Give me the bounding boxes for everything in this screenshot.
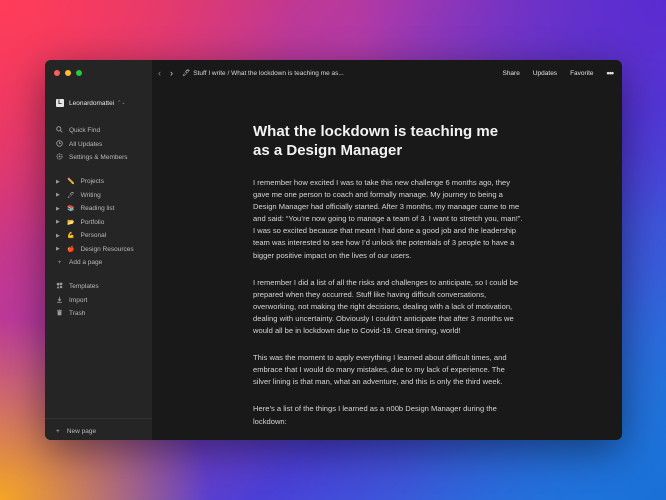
chevron-updown-icon: ⌃⌄ bbox=[117, 100, 126, 106]
expand-triangle-icon[interactable]: ▶ bbox=[56, 206, 61, 212]
expand-triangle-icon[interactable]: ▶ bbox=[56, 246, 61, 252]
sidebar-item-label: Quick Find bbox=[69, 127, 101, 135]
sidebar-item-trash[interactable]: Trash bbox=[56, 307, 148, 321]
flexed-arm-icon: 💪 bbox=[67, 233, 75, 240]
gear-icon bbox=[56, 153, 63, 162]
plus-icon: + bbox=[57, 259, 62, 267]
pencil-icon: ✏️ bbox=[67, 179, 75, 186]
sidebar-item-personal[interactable]: ▶ 💪 Personal bbox=[56, 229, 148, 243]
sidebar-item-label: Portfolio bbox=[80, 218, 105, 226]
breadcrumb[interactable]: 🖊 Stuff I write / What the lockdown is t… bbox=[182, 69, 344, 78]
sidebar-item-all-updates[interactable]: All Updates bbox=[56, 138, 148, 152]
history-nav: ‹ › bbox=[158, 68, 173, 78]
sidebar-item-label: Trash bbox=[69, 310, 86, 318]
paragraph[interactable]: Here’s a list of the things I learned as… bbox=[253, 403, 523, 427]
page-title[interactable]: What the lockdown is teaching me as a De… bbox=[253, 122, 518, 160]
new-page-label: New page bbox=[66, 428, 97, 435]
app-window: L Leonardomattei ⌃⌄ Quick Find All Updat… bbox=[45, 60, 622, 440]
workspace-logo: L bbox=[56, 99, 64, 107]
sidebar-item-quick-find[interactable]: Quick Find bbox=[56, 124, 148, 138]
paragraph[interactable]: I remember I did a list of all the risks… bbox=[253, 277, 523, 337]
sidebar: L Leonardomattei ⌃⌄ Quick Find All Updat… bbox=[45, 60, 152, 440]
paragraph[interactable]: I remember how excited I was to take thi… bbox=[253, 177, 523, 262]
workspace-switcher[interactable]: L Leonardomattei ⌃⌄ bbox=[56, 99, 126, 107]
breadcrumb-text: Stuff I write / What the lockdown is tea… bbox=[193, 69, 344, 77]
expand-triangle-icon[interactable]: ▶ bbox=[56, 233, 61, 239]
sidebar-item-design-resources[interactable]: ▶ 🍎 Design Resources bbox=[56, 243, 148, 257]
folder-icon: 📂 bbox=[67, 219, 75, 226]
clock-icon bbox=[56, 140, 63, 149]
new-page-button[interactable]: + New page bbox=[56, 428, 96, 435]
sidebar-item-projects[interactable]: ▶ ✏️ Projects bbox=[56, 175, 148, 189]
document: What the lockdown is teaching me as a De… bbox=[253, 122, 523, 428]
pen-icon: 🖊 bbox=[67, 192, 75, 199]
books-icon: 📚 bbox=[67, 206, 75, 213]
sidebar-tools: Templates Import Trash bbox=[56, 280, 148, 321]
sidebar-item-reading-list[interactable]: ▶ 📚 Reading list bbox=[56, 202, 148, 216]
sidebar-item-templates[interactable]: Templates bbox=[56, 280, 148, 294]
sidebar-pages: ▶ ✏️ Projects ▶ 🖊 Writing ▶ 📚 Reading li… bbox=[56, 175, 148, 270]
sidebar-item-writing[interactable]: ▶ 🖊 Writing bbox=[56, 189, 148, 203]
search-icon bbox=[56, 126, 63, 135]
close-window-button[interactable] bbox=[54, 70, 60, 76]
sidebar-item-label: All Updates bbox=[69, 140, 103, 148]
sidebar-item-settings[interactable]: Settings & Members bbox=[56, 151, 148, 165]
sidebar-item-label: Reading list bbox=[80, 205, 115, 213]
workspace-name: Leonardomattei bbox=[69, 99, 115, 107]
paragraph[interactable]: This was the moment to apply everything … bbox=[253, 352, 523, 388]
sidebar-item-label: Templates bbox=[69, 283, 99, 291]
zoom-window-button[interactable] bbox=[76, 70, 82, 76]
pen-icon: 🖊 bbox=[182, 70, 191, 77]
trash-icon bbox=[56, 309, 63, 318]
sidebar-item-portfolio[interactable]: ▶ 📂 Portfolio bbox=[56, 216, 148, 230]
window-controls bbox=[45, 60, 152, 86]
sidebar-item-label: Design Resources bbox=[80, 245, 134, 253]
expand-triangle-icon[interactable]: ▶ bbox=[56, 192, 61, 198]
apple-icon: 🍎 bbox=[67, 246, 75, 253]
updates-button[interactable]: Updates bbox=[533, 70, 557, 77]
sidebar-item-import[interactable]: Import bbox=[56, 294, 148, 308]
expand-triangle-icon[interactable]: ▶ bbox=[56, 179, 61, 185]
add-page-label: Add a page bbox=[69, 259, 103, 267]
forward-arrow-icon[interactable]: › bbox=[170, 68, 173, 78]
back-arrow-icon[interactable]: ‹ bbox=[158, 68, 161, 78]
minimize-window-button[interactable] bbox=[65, 70, 71, 76]
favorite-button[interactable]: Favorite bbox=[570, 70, 593, 77]
sidebar-item-label: Writing bbox=[80, 191, 101, 199]
sidebar-divider bbox=[45, 418, 152, 419]
more-options-icon[interactable]: ••• bbox=[607, 68, 615, 78]
sidebar-item-label: Settings & Members bbox=[69, 154, 128, 162]
share-button[interactable]: Share bbox=[502, 70, 519, 77]
sidebar-item-label: Personal bbox=[80, 232, 107, 240]
topbar: ‹ › 🖊 Stuff I write / What the lockdown … bbox=[152, 60, 622, 86]
plus-icon: + bbox=[56, 428, 60, 435]
add-page-button[interactable]: + Add a page bbox=[56, 256, 148, 270]
top-actions: Share Updates Favorite ••• bbox=[502, 60, 615, 86]
sidebar-item-label: Projects bbox=[80, 178, 104, 186]
expand-triangle-icon[interactable]: ▶ bbox=[56, 219, 61, 225]
sidebar-nav: Quick Find All Updates Settings & Member… bbox=[56, 124, 148, 165]
sidebar-item-label: Import bbox=[69, 296, 88, 304]
templates-icon bbox=[56, 282, 63, 291]
import-icon bbox=[56, 296, 63, 305]
